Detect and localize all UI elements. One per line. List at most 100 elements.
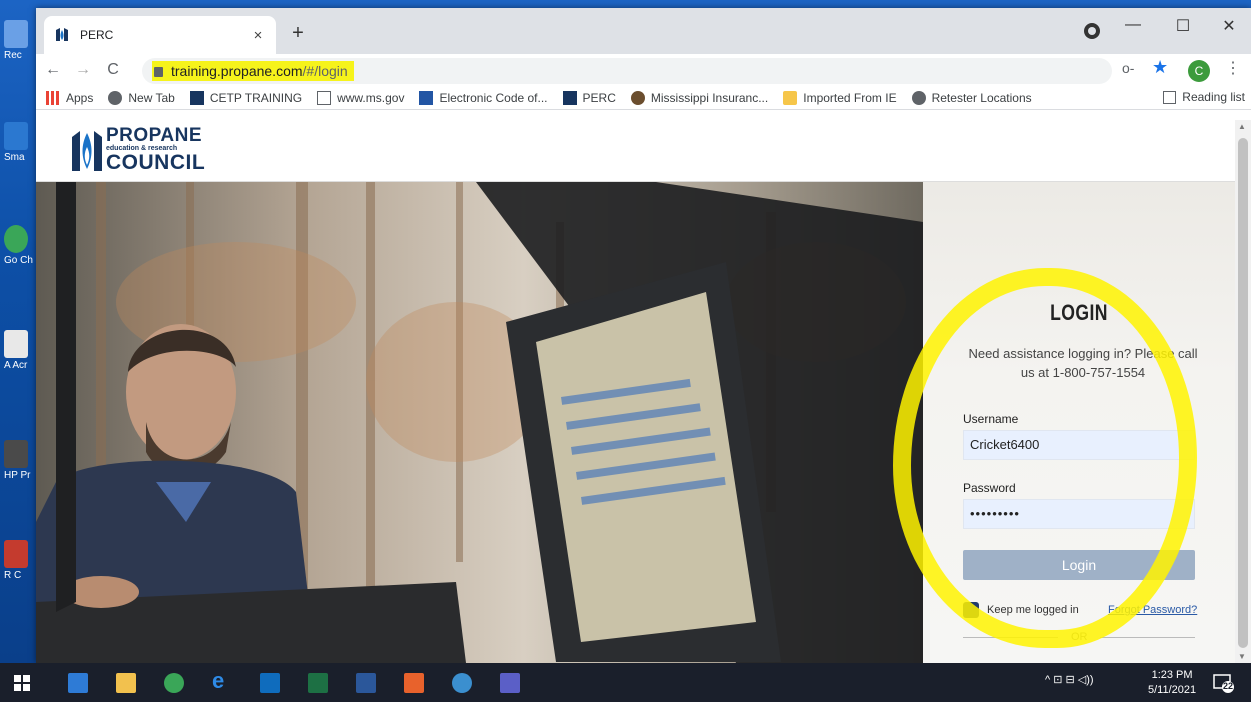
desktop-icon-chrome[interactable]: Go Ch	[4, 225, 34, 266]
browser-window: PERC × + — ☐ ✕ ← → C training.propane.co…	[36, 8, 1251, 663]
globe-app-icon[interactable]	[452, 673, 472, 693]
hero-illustration	[36, 182, 923, 663]
seal-icon	[630, 90, 645, 105]
excel-icon[interactable]	[308, 673, 328, 693]
desktop-icon-hp[interactable]: HP Pr	[4, 440, 34, 481]
maximize-button[interactable]: ☐	[1168, 16, 1198, 36]
assistance-text: Need assistance logging in? Please call …	[968, 346, 1198, 380]
close-window-button[interactable]: ✕	[1214, 16, 1244, 36]
bookmark-imported-ie[interactable]: Imported From IE	[783, 90, 897, 105]
perc-flame-icon	[562, 90, 577, 105]
logo-line-propane: PROPANE	[106, 125, 203, 146]
keep-logged-in-checkbox[interactable]: Keep me logged in	[963, 602, 1079, 618]
page-icon	[317, 90, 332, 105]
keep-logged-in-label: Keep me logged in	[987, 604, 1079, 616]
bookmark-ms-insurance[interactable]: Mississippi Insuranc...	[630, 90, 768, 105]
hp-icon	[4, 440, 28, 468]
url-highlight: training.propane.com/#/login	[152, 61, 354, 81]
notification-center-icon[interactable]: 22	[1212, 672, 1234, 694]
scroll-down-icon[interactable]: ▼	[1238, 652, 1246, 661]
bookmark-perc[interactable]: PERC	[562, 90, 616, 105]
teams-icon[interactable]	[500, 673, 520, 693]
forgot-password-link[interactable]: Forgot Password?	[1108, 604, 1197, 616]
taskbar-clock[interactable]: 1:23 PM 5/11/2021	[1148, 668, 1196, 698]
clock-date: 5/11/2021	[1148, 684, 1197, 696]
globe-icon	[108, 90, 123, 105]
notification-count: 22	[1223, 681, 1234, 691]
profile-menu-icon[interactable]	[1084, 23, 1100, 39]
key-icon[interactable]: o-	[1122, 60, 1134, 76]
password-input[interactable]: •••••••••	[963, 499, 1195, 529]
word-icon[interactable]	[356, 673, 376, 693]
outlook-icon[interactable]	[260, 673, 280, 693]
new-tab-button[interactable]: +	[288, 22, 308, 45]
back-button[interactable]: ←	[40, 61, 66, 79]
url-host: training.propane.com	[171, 63, 303, 79]
forward-button[interactable]: →	[70, 61, 96, 79]
reading-list-label: Reading list	[1182, 90, 1245, 104]
desktop-icon-acrobat[interactable]: A Acr	[4, 330, 34, 371]
tab-strip: PERC × + — ☐ ✕	[36, 8, 1251, 54]
perc-flame-icon	[189, 90, 204, 105]
bookmark-apps[interactable]: Apps	[46, 90, 94, 105]
media-player-icon[interactable]	[68, 673, 88, 693]
bookmark-label: CETP TRAINING	[209, 90, 303, 105]
login-button[interactable]: Login	[963, 550, 1195, 580]
tab-perc[interactable]: PERC ×	[44, 16, 276, 54]
bookmarks-bar: Apps New Tab CETP TRAINING www.ms.gov El…	[36, 86, 1251, 110]
profile-avatar[interactable]: C	[1188, 60, 1210, 82]
desktop-icon-smart[interactable]: Sma	[4, 122, 34, 163]
desktop-icon-recycle[interactable]: Rec	[4, 20, 34, 61]
reading-list-button[interactable]: Reading list	[1163, 90, 1245, 104]
bookmark-ms-gov[interactable]: www.ms.gov	[317, 90, 405, 105]
system-tray-icons[interactable]: ^ ⊡ ⊟ ◁))	[1045, 673, 1094, 686]
app-b-icon[interactable]	[404, 673, 424, 693]
scroll-up-icon[interactable]: ▲	[1238, 122, 1246, 131]
tab-close-icon[interactable]: ×	[250, 27, 266, 44]
desktop-icon-label: HP Pr	[4, 470, 31, 481]
lock-icon[interactable]	[154, 67, 163, 77]
bookmark-cetp-training[interactable]: CETP TRAINING	[189, 90, 303, 105]
url-path: /#/login	[302, 63, 348, 79]
chrome-menu-icon[interactable]: ⋮	[1225, 58, 1241, 78]
desktop-icon-label: Sma	[4, 152, 25, 163]
logo-line-council: COUNCIL	[106, 151, 206, 174]
bookmark-label: www.ms.gov	[337, 90, 405, 105]
scroll-thumb[interactable]	[1238, 138, 1248, 648]
address-bar[interactable]: training.propane.com/#/login	[142, 58, 1112, 84]
divider-right	[1100, 637, 1195, 638]
bookmark-label: PERC	[582, 90, 616, 105]
page-scrollbar[interactable]: ▲ ▼	[1235, 120, 1251, 663]
tab-title: PERC	[80, 28, 114, 42]
reload-button[interactable]: C	[100, 61, 126, 79]
perc-flame-logo-icon	[72, 130, 102, 171]
bookmark-label: Retester Locations	[931, 90, 1032, 105]
windows-start-icon[interactable]	[14, 675, 30, 691]
desktop-icon-r[interactable]: R C	[4, 540, 34, 581]
login-panel: LOGIN Need assistance logging in? Please…	[923, 182, 1235, 663]
perc-logo[interactable]: PROPANE education & research COUNCIL	[70, 126, 205, 173]
username-input[interactable]: Cricket6400	[963, 430, 1195, 460]
clock-time: 1:23 PM	[1151, 669, 1193, 681]
app-shortcut-icon	[4, 122, 28, 150]
password-label: Password	[963, 481, 1016, 495]
bookmark-star-icon[interactable]: ★	[1152, 57, 1168, 78]
bookmark-ecfr[interactable]: Electronic Code of...	[419, 90, 548, 105]
app-shortcut-icon	[4, 540, 28, 568]
logo-wordmark: PROPANE education & research COUNCIL	[106, 126, 205, 173]
web-page: PROPANE education & research COUNCIL LOG…	[36, 120, 1235, 663]
bookmark-label: Imported From IE	[803, 90, 897, 105]
bookmark-retester[interactable]: Retester Locations	[911, 90, 1032, 105]
internet-explorer-icon[interactable]: e	[212, 668, 232, 693]
bookmark-new-tab[interactable]: New Tab	[108, 90, 175, 105]
checkbox-icon[interactable]	[963, 602, 979, 618]
chrome-taskbar-icon[interactable]	[164, 673, 184, 693]
bookmark-label: Apps	[66, 90, 94, 105]
hero-photo	[36, 182, 923, 663]
or-divider-text: OR	[1071, 631, 1088, 643]
file-explorer-icon[interactable]	[116, 673, 136, 693]
globe-icon	[911, 90, 926, 105]
minimize-button[interactable]: —	[1118, 16, 1148, 34]
username-label: Username	[963, 412, 1019, 426]
site-header: PROPANE education & research COUNCIL	[36, 120, 1235, 182]
